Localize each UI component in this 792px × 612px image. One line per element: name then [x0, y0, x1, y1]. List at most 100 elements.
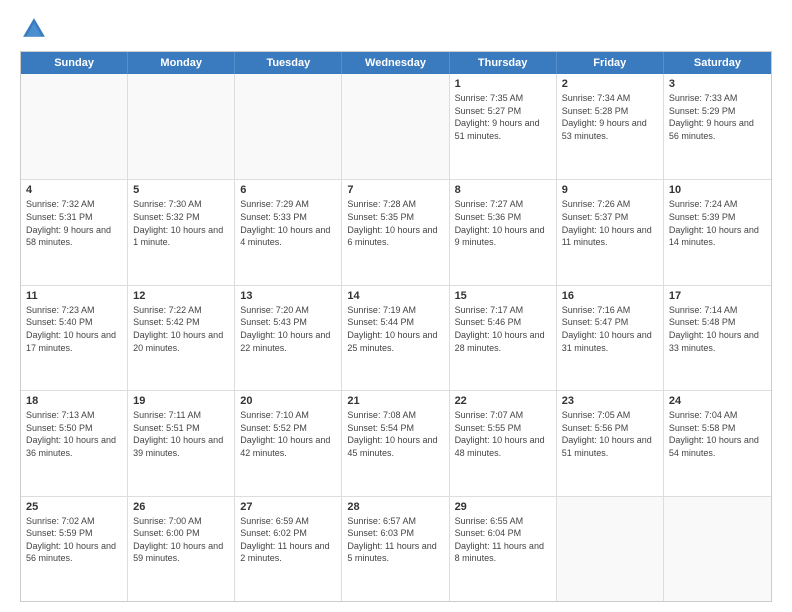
day-number: 19	[133, 395, 229, 407]
day-info: Sunrise: 7:33 AM Sunset: 5:29 PM Dayligh…	[669, 92, 766, 142]
day-number: 29	[455, 501, 551, 513]
day-cell-19: 19 Sunrise: 7:11 AM Sunset: 5:51 PM Dayli…	[128, 391, 235, 495]
day-info: Sunrise: 6:59 AM Sunset: 6:02 PM Dayligh…	[240, 515, 336, 565]
day-info: Sunrise: 7:11 AM Sunset: 5:51 PM Dayligh…	[133, 409, 229, 459]
logo-icon	[20, 15, 48, 43]
day-number: 22	[455, 395, 551, 407]
day-cell-18: 18Sunrise: 7:13 AM Sunset: 5:50 PM Dayli…	[21, 391, 128, 495]
day-number: 6	[240, 184, 336, 196]
day-cell-15: 15 Sunrise: 7:17 AM Sunset: 5:46 PM Dayli…	[450, 286, 557, 390]
day-info: Sunrise: 7:24 AM Sunset: 5:39 PM Dayligh…	[669, 198, 766, 248]
day-info: Sunrise: 7:29 AM Sunset: 5:33 PM Dayligh…	[240, 198, 336, 248]
day-info: Sunrise: 7:00 AM Sunset: 6:00 PM Dayligh…	[133, 515, 229, 565]
day-cell-2: 2Sunrise: 7:34 AM Sunset: 5:28 PM Daylig…	[557, 74, 664, 179]
day-info: Sunrise: 7:32 AM Sunset: 5:31 PM Dayligh…	[26, 198, 122, 248]
day-cell-4: 4 Sunrise: 7:32 AM Sunset: 5:31 PM Daylig…	[21, 180, 128, 284]
day-cell-empty	[128, 74, 235, 179]
day-number: 2	[562, 78, 658, 90]
day-number: 10	[669, 184, 766, 196]
day-number: 8	[455, 184, 551, 196]
day-number: 3	[669, 78, 766, 90]
day-info: Sunrise: 7:27 AM Sunset: 5:36 PM Dayligh…	[455, 198, 551, 248]
calendar-row-4: 18Sunrise: 7:13 AM Sunset: 5:50 PM Dayli…	[21, 390, 771, 495]
day-cell-27: 27Sunrise: 6:59 AM Sunset: 6:02 PM Dayli…	[235, 497, 342, 601]
page: SundayMondayTuesdayWednesdayThursdayFrid…	[0, 0, 792, 612]
day-cell-6: 6 Sunrise: 7:29 AM Sunset: 5:33 PM Daylig…	[235, 180, 342, 284]
header	[20, 15, 772, 43]
day-number: 24	[669, 395, 766, 407]
day-info: Sunrise: 7:17 AM Sunset: 5:46 PM Dayligh…	[455, 304, 551, 354]
logo	[20, 15, 52, 43]
header-day-wednesday: Wednesday	[342, 52, 449, 74]
day-cell-7: 7 Sunrise: 7:28 AM Sunset: 5:35 PM Daylig…	[342, 180, 449, 284]
day-number: 20	[240, 395, 336, 407]
day-number: 7	[347, 184, 443, 196]
day-cell-17: 17 Sunrise: 7:14 AM Sunset: 5:48 PM Dayli…	[664, 286, 771, 390]
day-info: Sunrise: 7:07 AM Sunset: 5:55 PM Dayligh…	[455, 409, 551, 459]
calendar-row-3: 11Sunrise: 7:23 AM Sunset: 5:40 PM Dayli…	[21, 285, 771, 390]
day-cell-11: 11Sunrise: 7:23 AM Sunset: 5:40 PM Dayli…	[21, 286, 128, 390]
day-number: 28	[347, 501, 443, 513]
day-info: Sunrise: 7:08 AM Sunset: 5:54 PM Dayligh…	[347, 409, 443, 459]
header-day-saturday: Saturday	[664, 52, 771, 74]
day-info: Sunrise: 7:04 AM Sunset: 5:58 PM Dayligh…	[669, 409, 766, 459]
day-cell-empty	[235, 74, 342, 179]
day-cell-23: 23Sunrise: 7:05 AM Sunset: 5:56 PM Dayli…	[557, 391, 664, 495]
day-cell-3: 3 Sunrise: 7:33 AM Sunset: 5:29 PM Daylig…	[664, 74, 771, 179]
calendar-body: 1 Sunrise: 7:35 AM Sunset: 5:27 PM Daylig…	[21, 74, 771, 601]
day-cell-13: 13Sunrise: 7:20 AM Sunset: 5:43 PM Dayli…	[235, 286, 342, 390]
day-info: Sunrise: 7:35 AM Sunset: 5:27 PM Dayligh…	[455, 92, 551, 142]
day-info: Sunrise: 7:30 AM Sunset: 5:32 PM Dayligh…	[133, 198, 229, 248]
day-info: Sunrise: 7:19 AM Sunset: 5:44 PM Dayligh…	[347, 304, 443, 354]
day-cell-1: 1 Sunrise: 7:35 AM Sunset: 5:27 PM Daylig…	[450, 74, 557, 179]
day-cell-10: 10 Sunrise: 7:24 AM Sunset: 5:39 PM Dayli…	[664, 180, 771, 284]
day-number: 17	[669, 290, 766, 302]
day-cell-16: 16 Sunrise: 7:16 AM Sunset: 5:47 PM Dayli…	[557, 286, 664, 390]
day-cell-5: 5 Sunrise: 7:30 AM Sunset: 5:32 PM Daylig…	[128, 180, 235, 284]
header-day-friday: Friday	[557, 52, 664, 74]
day-number: 25	[26, 501, 122, 513]
day-number: 1	[455, 78, 551, 90]
day-cell-22: 22 Sunrise: 7:07 AM Sunset: 5:55 PM Dayli…	[450, 391, 557, 495]
day-cell-28: 28 Sunrise: 6:57 AM Sunset: 6:03 PM Dayli…	[342, 497, 449, 601]
day-cell-8: 8 Sunrise: 7:27 AM Sunset: 5:36 PM Daylig…	[450, 180, 557, 284]
day-info: Sunrise: 6:57 AM Sunset: 6:03 PM Dayligh…	[347, 515, 443, 565]
day-cell-14: 14 Sunrise: 7:19 AM Sunset: 5:44 PM Dayli…	[342, 286, 449, 390]
day-info: Sunrise: 7:22 AM Sunset: 5:42 PM Dayligh…	[133, 304, 229, 354]
day-number: 11	[26, 290, 122, 302]
day-cell-empty	[664, 497, 771, 601]
header-day-monday: Monday	[128, 52, 235, 74]
day-number: 14	[347, 290, 443, 302]
day-info: Sunrise: 7:10 AM Sunset: 5:52 PM Dayligh…	[240, 409, 336, 459]
day-number: 9	[562, 184, 658, 196]
day-cell-29: 29 Sunrise: 6:55 AM Sunset: 6:04 PM Dayli…	[450, 497, 557, 601]
day-number: 18	[26, 395, 122, 407]
day-info: Sunrise: 6:55 AM Sunset: 6:04 PM Dayligh…	[455, 515, 551, 565]
day-cell-26: 26 Sunrise: 7:00 AM Sunset: 6:00 PM Dayli…	[128, 497, 235, 601]
calendar-row-5: 25Sunrise: 7:02 AM Sunset: 5:59 PM Dayli…	[21, 496, 771, 601]
day-number: 5	[133, 184, 229, 196]
header-day-sunday: Sunday	[21, 52, 128, 74]
day-number: 12	[133, 290, 229, 302]
day-info: Sunrise: 7:05 AM Sunset: 5:56 PM Dayligh…	[562, 409, 658, 459]
day-cell-9: 9 Sunrise: 7:26 AM Sunset: 5:37 PM Daylig…	[557, 180, 664, 284]
calendar-header: SundayMondayTuesdayWednesdayThursdayFrid…	[21, 52, 771, 74]
day-number: 4	[26, 184, 122, 196]
header-day-tuesday: Tuesday	[235, 52, 342, 74]
day-cell-12: 12 Sunrise: 7:22 AM Sunset: 5:42 PM Dayli…	[128, 286, 235, 390]
day-info: Sunrise: 7:14 AM Sunset: 5:48 PM Dayligh…	[669, 304, 766, 354]
day-info: Sunrise: 7:28 AM Sunset: 5:35 PM Dayligh…	[347, 198, 443, 248]
day-info: Sunrise: 7:16 AM Sunset: 5:47 PM Dayligh…	[562, 304, 658, 354]
day-number: 13	[240, 290, 336, 302]
day-cell-20: 20 Sunrise: 7:10 AM Sunset: 5:52 PM Dayli…	[235, 391, 342, 495]
calendar-row-1: 1 Sunrise: 7:35 AM Sunset: 5:27 PM Daylig…	[21, 74, 771, 179]
day-info: Sunrise: 7:26 AM Sunset: 5:37 PM Dayligh…	[562, 198, 658, 248]
day-cell-25: 25Sunrise: 7:02 AM Sunset: 5:59 PM Dayli…	[21, 497, 128, 601]
day-number: 21	[347, 395, 443, 407]
day-number: 26	[133, 501, 229, 513]
day-cell-empty	[557, 497, 664, 601]
day-number: 16	[562, 290, 658, 302]
day-number: 15	[455, 290, 551, 302]
day-cell-empty	[342, 74, 449, 179]
day-cell-21: 21 Sunrise: 7:08 AM Sunset: 5:54 PM Dayli…	[342, 391, 449, 495]
